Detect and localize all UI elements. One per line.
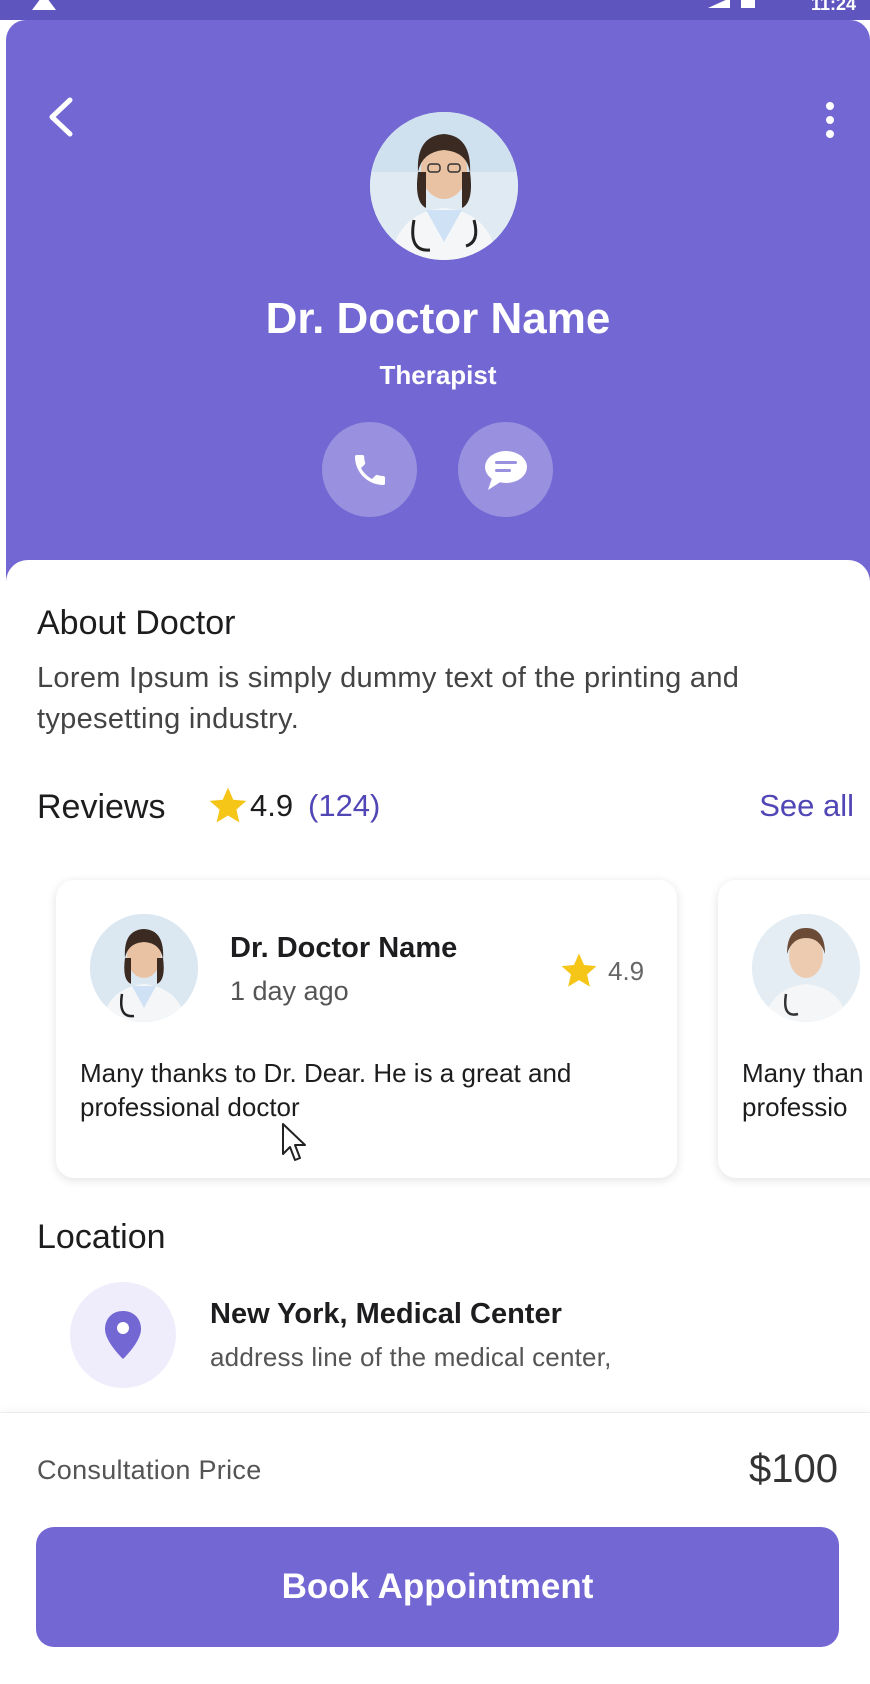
review-card[interactable]: Dr. Doctor Name 1 day ago 4.9 Many thank…	[56, 880, 677, 1178]
review-rating: 4.9	[608, 956, 645, 986]
review-time: 1 day ago	[230, 976, 349, 1006]
doctor-specialty: Therapist	[379, 360, 497, 390]
call-button[interactable]	[322, 422, 417, 517]
price-value: $100	[749, 1447, 838, 1491]
reviewer-name: Dr. Doctor Name	[230, 932, 458, 964]
location-pin-icon	[105, 1311, 141, 1359]
signal-icon	[708, 0, 730, 8]
back-arrow-icon[interactable]	[44, 96, 78, 138]
phone-screen: 11:24 Dr. Doctor Name Therapist About Do…	[0, 0, 870, 1684]
reviewer-avatar	[90, 914, 198, 1022]
status-time: 11:24	[810, 0, 856, 14]
review-text: Many thanks to Dr. Dear. He is a great a…	[80, 1058, 572, 1122]
mouse-cursor-icon	[282, 1123, 306, 1161]
reviewer-avatar	[752, 914, 860, 1022]
more-vertical-icon[interactable]	[820, 100, 840, 140]
message-button[interactable]	[458, 422, 553, 517]
phone-icon	[354, 454, 385, 485]
star-icon	[561, 953, 597, 987]
location-address: address line of the medical center,	[210, 1342, 612, 1372]
booking-panel: Consultation Price $100 Book Appointment	[0, 1412, 870, 1684]
chat-bubble-icon	[484, 450, 527, 490]
review-text-partial: Many than professio	[742, 1058, 864, 1122]
review-card[interactable]: Many than professio	[718, 880, 870, 1178]
star-icon	[209, 787, 247, 823]
reviews-rating: 4.9	[250, 788, 294, 823]
location-title: Location	[37, 1218, 166, 1256]
book-appointment-button[interactable]: Book Appointment	[36, 1527, 839, 1647]
about-text: Lorem Ipsum is simply dummy text of the …	[37, 662, 740, 735]
doctor-header: Dr. Doctor Name Therapist	[6, 20, 870, 595]
price-label: Consultation Price	[37, 1455, 262, 1485]
reviews-count: (124)	[308, 788, 381, 823]
doctor-name: Dr. Doctor Name	[265, 294, 611, 343]
status-bar: 11:24	[0, 0, 870, 20]
battery-icon	[741, 0, 755, 8]
warning-icon	[32, 0, 56, 10]
see-all-reviews-link[interactable]: See all	[759, 788, 854, 824]
reviews-title: Reviews	[37, 788, 166, 826]
location-name: New York, Medical Center	[210, 1298, 562, 1330]
location-pin-badge[interactable]	[70, 1282, 176, 1388]
doctor-avatar	[370, 112, 518, 260]
about-title: About Doctor	[37, 604, 236, 642]
